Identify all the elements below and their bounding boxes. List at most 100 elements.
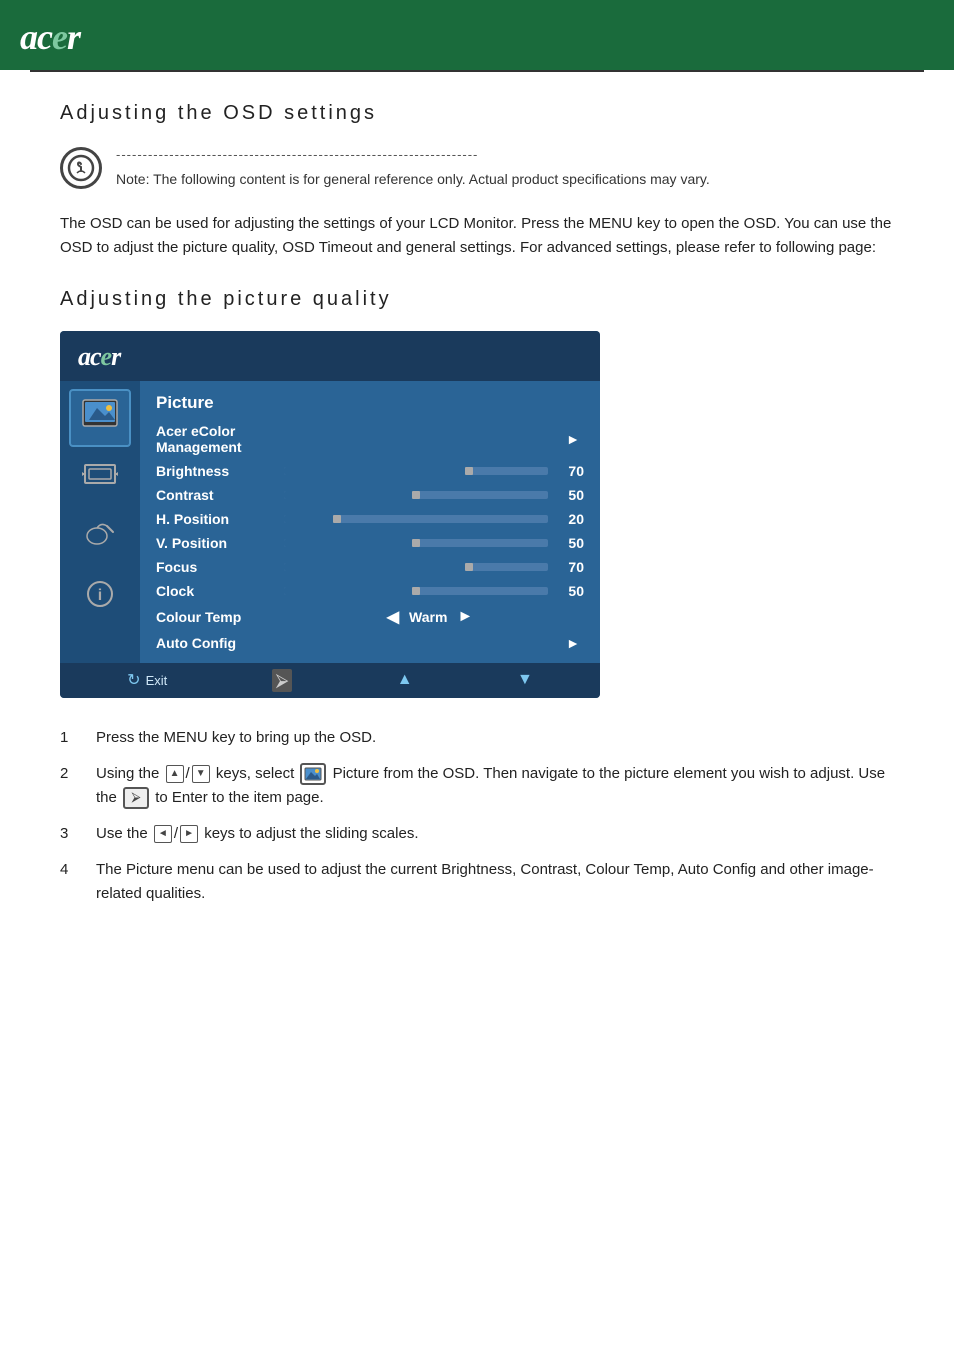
osd-fill-vposition (284, 539, 416, 547)
osd-row-focus: Focus 70 (156, 555, 584, 579)
osd-row-clock: Clock 50 (156, 579, 584, 603)
osd-fill-hposition (284, 515, 337, 523)
step-3: 3 Use the ◄ / ► keys to adjust the slidi… (60, 822, 894, 846)
osd-selector-colourtemp: ◀ Warm ► (276, 607, 584, 627)
up-icon: ▲ (397, 671, 413, 689)
step-2: 2 Using the ▲ / ▼ keys, select Picture f… (60, 762, 894, 810)
osd-label-colourtemp: Colour Temp (156, 609, 276, 625)
info-icon: i (81, 578, 119, 617)
osd-cursor-vposition (412, 539, 420, 547)
osd-cursor-focus (465, 563, 473, 571)
osd-slider-contrast (284, 491, 548, 499)
left-right-arrows: ◄ / ► (154, 822, 198, 846)
osd-value-brightness: 70 (556, 463, 584, 479)
osd-label-focus: Focus (156, 559, 276, 575)
osd-footer-up: ▲ (397, 671, 413, 689)
enter-inline-icon: ⮚ (123, 787, 149, 809)
sidebar-item-info[interactable]: i (69, 569, 131, 627)
osd-slider-focus (284, 563, 548, 571)
heading-osd-settings: Adjusting the OSD settings (60, 102, 894, 125)
svg-text:i: i (98, 587, 102, 604)
osd-fill-clock (284, 587, 416, 595)
osd-cursor-clock (412, 587, 420, 595)
osd-row-brightness: Brightness 70 (156, 459, 584, 483)
step-4-num: 4 (60, 858, 80, 906)
note-box: ----------------------------------------… (60, 145, 894, 190)
right-arrow-key: ► (180, 825, 198, 843)
osd-label-hposition: H. Position (156, 511, 276, 527)
osd-logo: acer (78, 341, 582, 373)
osd-value-hposition: 20 (556, 511, 584, 527)
arrow-right-colourtemp: ► (457, 608, 473, 626)
intro-paragraph: The OSD can be used for adjusting the se… (60, 212, 894, 260)
osd-label-vposition: V. Position (156, 535, 276, 551)
steps-list: 1 Press the MENU key to bring up the OSD… (60, 726, 894, 906)
osd-footer-exit: ↻ Exit (127, 670, 167, 690)
osd-footer: ↻ Exit ⮚ ▲ ▼ (60, 663, 600, 698)
osd-fill-contrast (284, 491, 416, 499)
color-icon (81, 518, 119, 557)
enter-icon: ⮚ (272, 669, 293, 692)
osd-cursor-hposition (333, 515, 341, 523)
osd-row-vposition: V. Position 50 (156, 531, 584, 555)
osd-label-ecolor: Acer eColor Management (156, 423, 276, 455)
osd-value-contrast: 50 (556, 487, 584, 503)
osd-body: i Picture Acer eColor Management ► (60, 381, 600, 663)
osd-slider-vposition (284, 539, 548, 547)
osd-arrow-autoconfig: ► (276, 635, 584, 651)
note-icon (60, 147, 102, 189)
osd-value-clock: 50 (556, 583, 584, 599)
osd-fill-brightness (284, 467, 469, 475)
step-4: 4 The Picture menu can be used to adjust… (60, 858, 894, 906)
osd-footer-enter: ⮚ (272, 669, 293, 692)
geometry-icon (81, 458, 119, 497)
sidebar-item-geometry[interactable] (69, 449, 131, 507)
osd-row-autoconfig: Auto Config ► (156, 631, 584, 655)
osd-colourtemp-value: Warm (409, 609, 447, 625)
osd-label-autoconfig: Auto Config (156, 635, 276, 651)
note-content: ----------------------------------------… (116, 145, 710, 190)
step-3-content: Use the ◄ / ► keys to adjust the sliding… (96, 822, 894, 846)
osd-arrow-ecolor: ► (276, 431, 584, 447)
sidebar-item-color[interactable] (69, 509, 131, 567)
osd-footer-exit-label: Exit (146, 673, 168, 688)
up-arrow-key: ▲ (166, 765, 184, 783)
heading-picture-quality: Adjusting the picture quality (60, 288, 894, 311)
step-4-content: The Picture menu can be used to adjust t… (96, 858, 894, 906)
osd-row-contrast: Contrast 50 (156, 483, 584, 507)
osd-footer-down: ▼ (517, 671, 533, 689)
osd-cursor-brightness (465, 467, 473, 475)
osd-fill-focus (284, 563, 469, 571)
step-2-content: Using the ▲ / ▼ keys, select Picture fro… (96, 762, 894, 810)
step-3-num: 3 (60, 822, 80, 846)
osd-section-title: Picture (156, 393, 584, 413)
osd-slider-clock (284, 587, 548, 595)
main-content: Adjusting the OSD settings -------------… (0, 72, 954, 948)
acer-logo: acer (20, 16, 80, 58)
osd-row-hposition: H. Position 20 (156, 507, 584, 531)
osd-row-ecolor: Acer eColor Management ► (156, 419, 584, 459)
step-1-content: Press the MENU key to bring up the OSD. (96, 726, 894, 750)
down-arrow-key: ▼ (192, 765, 210, 783)
osd-label-contrast: Contrast (156, 487, 276, 503)
note-dashes: ----------------------------------------… (116, 145, 710, 165)
osd-sidebar: i (60, 381, 140, 663)
sidebar-item-picture[interactable] (69, 389, 131, 447)
osd-header: acer (60, 331, 600, 381)
note-body: Note: The following content is for gener… (116, 171, 710, 187)
osd-main: Picture Acer eColor Management ► Brightn… (140, 381, 600, 663)
step-1-num: 1 (60, 726, 80, 750)
osd-row-colourtemp: Colour Temp ◀ Warm ► (156, 603, 584, 631)
osd-value-vposition: 50 (556, 535, 584, 551)
step-1: 1 Press the MENU key to bring up the OSD… (60, 726, 894, 750)
arrow-left-colourtemp: ◀ (387, 607, 399, 627)
osd-slider-brightness (284, 467, 548, 475)
picture-icon (81, 398, 119, 437)
page-header: acer (0, 0, 954, 70)
osd-slider-hposition (284, 515, 548, 523)
up-down-arrows: ▲ / ▼ (166, 762, 210, 786)
osd-label-clock: Clock (156, 583, 276, 599)
picture-inline-icon (300, 763, 326, 785)
left-arrow-key: ◄ (154, 825, 172, 843)
down-icon: ▼ (517, 671, 533, 689)
